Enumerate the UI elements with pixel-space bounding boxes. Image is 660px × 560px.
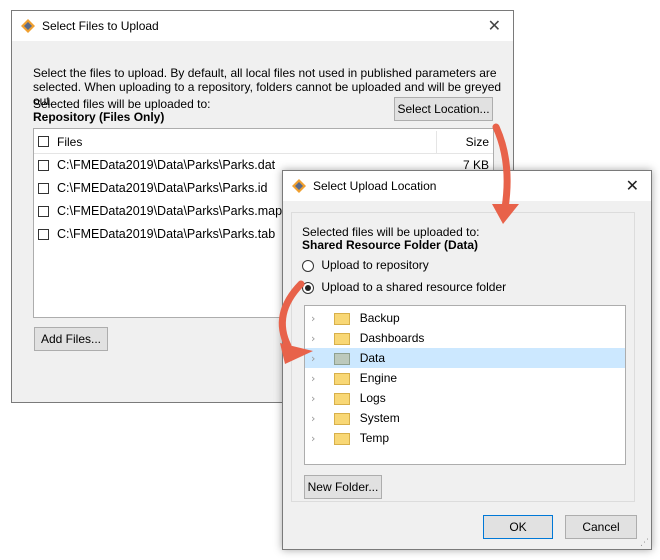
location-dialog: Select Upload Location ✕ Selected files …	[282, 170, 652, 550]
chevron-right-icon[interactable]: ›	[311, 369, 325, 389]
tree-item-data[interactable]: › Data	[305, 348, 625, 368]
resize-grip-icon[interactable]: ⋰	[640, 538, 649, 548]
folder-icon	[334, 352, 351, 365]
tree-item-engine[interactable]: › Engine	[305, 368, 625, 388]
tree-item-system[interactable]: › System	[305, 408, 625, 428]
new-folder-button[interactable]: New Folder...	[304, 475, 382, 499]
tree-item-label: Temp	[359, 431, 390, 445]
destination-label: Selected files will be uploaded to:	[302, 225, 480, 239]
destination-value: Repository (Files Only)	[33, 110, 165, 124]
close-icon[interactable]: ✕	[626, 176, 639, 195]
fme-app-icon	[21, 19, 35, 33]
fme-app-icon	[292, 179, 306, 193]
ok-button[interactable]: OK	[483, 515, 553, 539]
column-header-size[interactable]: Size	[466, 135, 489, 149]
folder-icon	[334, 412, 351, 425]
tree-item-label: Backup	[359, 311, 400, 325]
radio-label: Upload to repository	[321, 258, 429, 272]
dialog-title: Select Files to Upload	[42, 19, 159, 33]
destination-label: Selected files will be uploaded to:	[33, 97, 211, 111]
folder-icon	[334, 372, 351, 385]
tree-item-label: Engine	[359, 371, 398, 385]
select-location-button[interactable]: Select Location...	[394, 97, 493, 121]
tree-item-temp[interactable]: › Temp	[305, 428, 625, 448]
title-bar: Select Upload Location ✕	[283, 171, 651, 201]
tree-item-label: System	[359, 411, 400, 425]
radio-label: Upload to a shared resource folder	[321, 280, 507, 294]
row-checkbox[interactable]	[38, 160, 49, 171]
radio-shared-folder[interactable]: Upload to a shared resource folder	[302, 280, 506, 294]
folder-icon	[334, 332, 351, 345]
chevron-right-icon[interactable]: ›	[311, 429, 325, 449]
location-panel: Selected files will be uploaded to: Shar…	[291, 212, 635, 502]
folder-tree: › Backup › Dashboards › Data › Engine ›	[304, 305, 626, 465]
tree-item-dashboards[interactable]: › Dashboards	[305, 328, 625, 348]
tree-item-label: Data	[359, 351, 386, 365]
file-path: C:\FMEData2019\Data\Parks\Parks.id	[57, 181, 268, 195]
destination-value: Shared Resource Folder (Data)	[302, 238, 479, 252]
radio-repository[interactable]: Upload to repository	[302, 258, 429, 272]
tree-item-label: Dashboards	[359, 331, 425, 345]
folder-icon	[334, 432, 351, 445]
file-path: C:\FMEData2019\Data\Parks\Parks.tab	[57, 227, 276, 241]
tree-item-backup[interactable]: › Backup	[305, 308, 625, 328]
chevron-right-icon[interactable]: ›	[311, 349, 325, 369]
add-files-button[interactable]: Add Files...	[34, 327, 108, 351]
tree-item-label: Logs	[359, 391, 386, 405]
file-path: C:\FMEData2019\Data\Parks\Parks.map	[57, 204, 283, 218]
column-divider	[436, 131, 437, 153]
chevron-right-icon[interactable]: ›	[311, 409, 325, 429]
chevron-right-icon[interactable]: ›	[311, 389, 325, 409]
radio-button[interactable]	[302, 259, 314, 272]
row-checkbox[interactable]	[38, 183, 49, 194]
row-checkbox[interactable]	[38, 229, 49, 240]
cancel-button[interactable]: Cancel	[565, 515, 637, 539]
file-path: C:\FMEData2019\Data\Parks\Parks.dat	[57, 158, 276, 172]
table-header: Files Size	[34, 131, 493, 154]
close-icon[interactable]: ✕	[488, 16, 501, 35]
tree-item-logs[interactable]: › Logs	[305, 388, 625, 408]
folder-icon	[334, 312, 351, 325]
chevron-right-icon[interactable]: ›	[311, 309, 325, 329]
chevron-right-icon[interactable]: ›	[311, 329, 325, 349]
column-header-files[interactable]: Files	[57, 135, 82, 149]
title-bar: Select Files to Upload ✕	[12, 11, 513, 41]
dialog-title: Select Upload Location	[313, 179, 437, 193]
radio-button[interactable]	[302, 281, 314, 294]
row-checkbox[interactable]	[38, 206, 49, 217]
folder-icon	[334, 392, 351, 405]
select-all-checkbox[interactable]	[38, 136, 49, 147]
